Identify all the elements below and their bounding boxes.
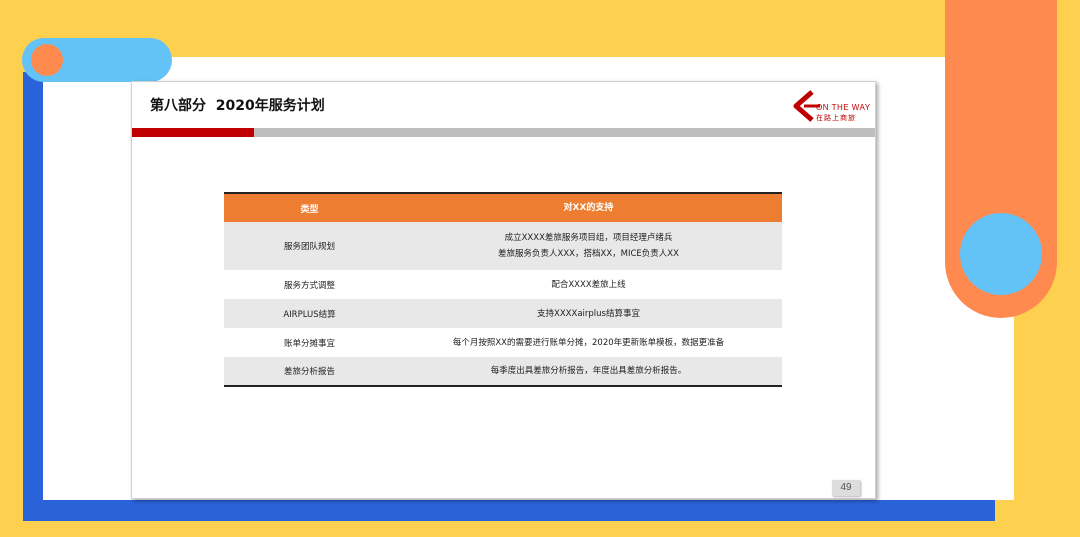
- table-row: 服务方式调整 配合XXXX差旅上线: [224, 270, 782, 299]
- header-type: 类型: [300, 204, 319, 215]
- table-row: 账单分摊事宜 每个月按照XX的需要进行账单分摊，2020年更新账单模板，数据更准…: [224, 328, 782, 357]
- table-row: AIRPLUS结算 支持XXXXairplus结算事宜: [224, 299, 782, 328]
- logo-text-en: ON THE WAY: [816, 103, 871, 112]
- cell-support: 每季度出具差旅分析报告，年度出具差旅分析报告。: [395, 357, 782, 385]
- cell-support-line: 差旅服务负责人XXX，搭档XX，MICE负责人XX: [498, 249, 679, 259]
- header-support: 对XX的支持: [563, 203, 614, 213]
- cell-support: 支持XXXXairplus结算事宜: [395, 299, 782, 328]
- cell-type: AIRPLUS结算: [283, 309, 336, 320]
- table-header-row: 类型 对XX的支持: [224, 194, 782, 222]
- table-row: 差旅分析报告 每季度出具差旅分析报告，年度出具差旅分析报告。: [224, 357, 782, 385]
- logo-text-cn: 在路上商旅: [816, 114, 856, 122]
- presentation-slide: 第八部分 2020年服务计划 ON THE WAY 在路上商旅 类型 对XX的支…: [131, 81, 876, 499]
- cell-support-line: 成立XXXX差旅服务项目组，项目经理卢绪兵: [504, 233, 673, 243]
- cell-support-line: 支持XXXXairplus结算事宜: [537, 308, 640, 319]
- title-underline-red: [132, 128, 254, 137]
- cell-type: 账单分摊事宜: [283, 338, 335, 349]
- cell-support-line: 配合XXXX差旅上线: [551, 279, 626, 290]
- cell-support: 配合XXXX差旅上线: [395, 270, 782, 299]
- cell-support-line: 每季度出具差旅分析报告，年度出具差旅分析报告。: [490, 366, 687, 376]
- decorative-orange-dot: [31, 44, 63, 76]
- cell-type: 服务团队规划: [283, 242, 335, 252]
- table-row: 服务团队规划 成立XXXX差旅服务项目组，项目经理卢绪兵 差旅服务负责人XXX，…: [224, 222, 782, 270]
- decorative-blue-circle: [960, 213, 1042, 295]
- cell-support: 每个月按照XX的需要进行账单分摊，2020年更新账单模板，数据更准备: [395, 328, 782, 357]
- cell-type: 服务方式调整: [283, 280, 335, 291]
- slide-title: 第八部分 2020年服务计划: [150, 98, 325, 114]
- cell-support-line: 每个月按照XX的需要进行账单分摊，2020年更新账单模板，数据更准备: [452, 337, 725, 348]
- service-plan-table: 类型 对XX的支持 服务团队规划 成立XXXX差旅服务项目组，项目经理卢绪兵 差…: [224, 192, 782, 387]
- page-number: 49: [840, 482, 852, 493]
- cell-support: 成立XXXX差旅服务项目组，项目经理卢绪兵 差旅服务负责人XXX，搭档XX，MI…: [395, 222, 782, 270]
- cell-type: 差旅分析报告: [283, 367, 335, 377]
